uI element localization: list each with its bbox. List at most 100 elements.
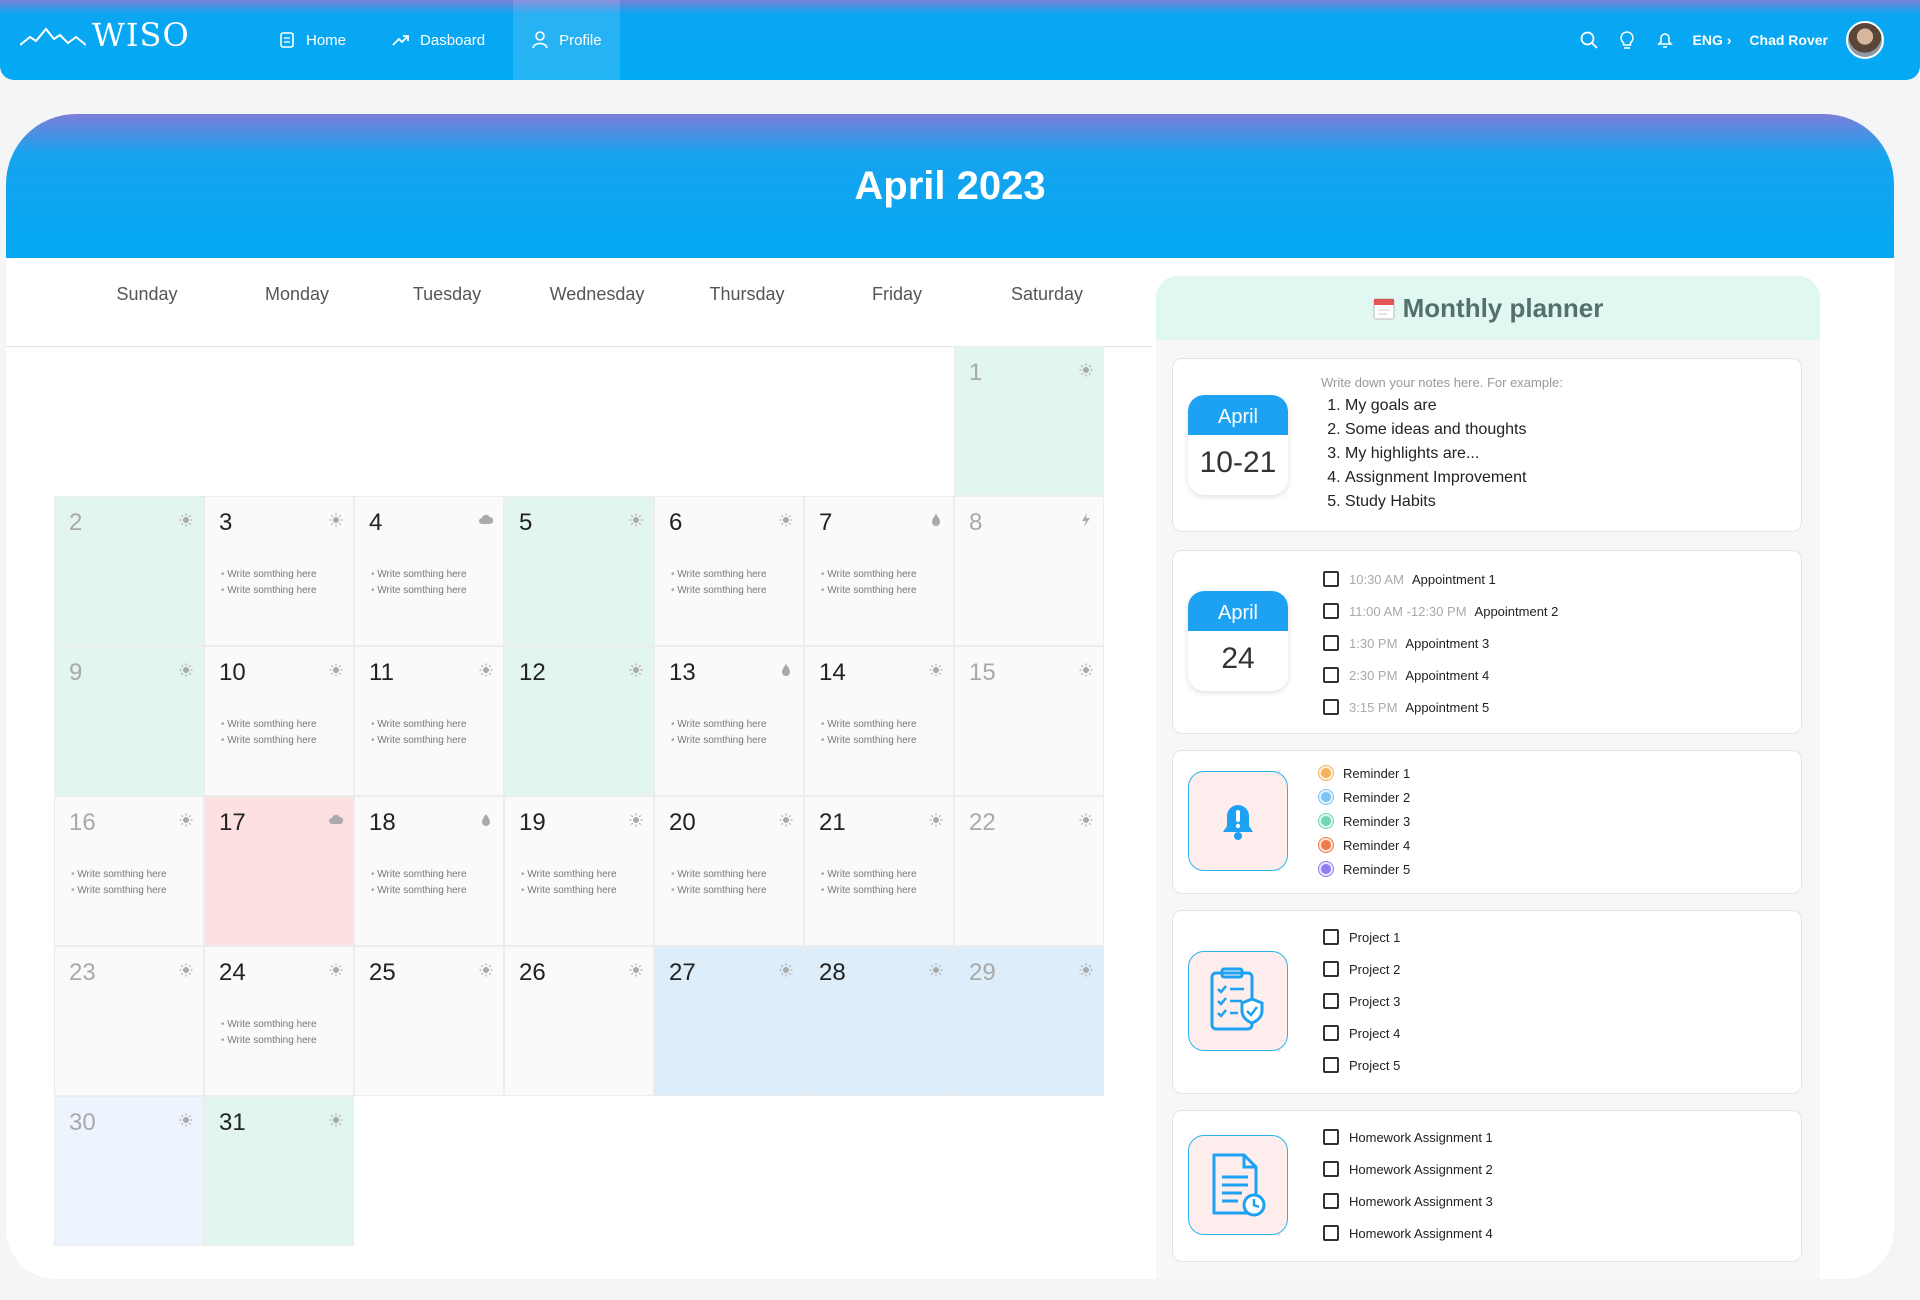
day-cell[interactable]: 18 Write somthing hereWrite somthing here: [354, 796, 504, 946]
day-notes[interactable]: Write somthing hereWrite somthing here: [221, 567, 316, 599]
day-notes[interactable]: Write somthing hereWrite somthing here: [221, 717, 316, 749]
day-cell[interactable]: 30: [54, 1096, 204, 1246]
day-cell[interactable]: 28: [804, 946, 954, 1096]
day-cell[interactable]: 10 Write somthing hereWrite somthing here: [204, 646, 354, 796]
bell-icon[interactable]: [1655, 30, 1675, 50]
day-cell[interactable]: 15: [954, 646, 1104, 796]
day-notes[interactable]: Write somthing hereWrite somthing here: [371, 717, 466, 749]
project-checkbox[interactable]: [1323, 929, 1339, 945]
appointment-checkbox[interactable]: [1323, 699, 1339, 715]
day-notes[interactable]: Write somthing hereWrite somthing here: [371, 567, 466, 599]
day-cell[interactable]: 1: [954, 346, 1104, 496]
day-cell[interactable]: 5: [504, 496, 654, 646]
appointment-checkbox[interactable]: [1323, 635, 1339, 651]
day-cell[interactable]: 19 Write somthing hereWrite somthing here: [504, 796, 654, 946]
day-note-item: Write somthing here: [821, 733, 916, 749]
drop-icon: [479, 813, 493, 827]
day-notes[interactable]: Write somthing hereWrite somthing here: [221, 1017, 316, 1049]
reminder-item[interactable]: Reminder 1: [1319, 761, 1410, 785]
sun-icon: [929, 813, 943, 827]
appointment-item[interactable]: 11:00 AM -12:30 PM Appointment 2: [1323, 595, 1558, 627]
day-notes[interactable]: Write somthing hereWrite somthing here: [521, 867, 616, 899]
reminder-item[interactable]: Reminder 5: [1319, 857, 1410, 881]
reminder-item[interactable]: Reminder 3: [1319, 809, 1410, 833]
project-checkbox[interactable]: [1323, 1057, 1339, 1073]
day-cell[interactable]: 8: [954, 496, 1104, 646]
user-name[interactable]: Chad Rover: [1749, 32, 1828, 48]
appointment-item[interactable]: 1:30 PM Appointment 3: [1323, 627, 1558, 659]
day-cell[interactable]: 14 Write somthing hereWrite somthing here: [804, 646, 954, 796]
homework-checkbox[interactable]: [1323, 1129, 1339, 1145]
day-note-item: Write somthing here: [821, 883, 916, 899]
notes-area[interactable]: Write down your notes here. For example:…: [1321, 375, 1563, 514]
project-item[interactable]: Project 3: [1323, 985, 1400, 1017]
day-cell[interactable]: 24 Write somthing hereWrite somthing here: [204, 946, 354, 1096]
avatar[interactable]: [1846, 21, 1884, 59]
project-checkbox[interactable]: [1323, 1025, 1339, 1041]
day-note-item: Write somthing here: [371, 717, 466, 733]
appointment-checkbox[interactable]: [1323, 571, 1339, 587]
homework-item[interactable]: Homework Assignment 3: [1323, 1185, 1493, 1217]
day-cell[interactable]: 29: [954, 946, 1104, 1096]
day-cell[interactable]: 25: [354, 946, 504, 1096]
day-notes[interactable]: Write somthing hereWrite somthing here: [371, 867, 466, 899]
day-cell[interactable]: 31: [204, 1096, 354, 1246]
day-cell[interactable]: 26: [504, 946, 654, 1096]
day-notes[interactable]: Write somthing hereWrite somthing here: [671, 567, 766, 599]
logo[interactable]: WISO: [20, 16, 190, 54]
reminders-list: Reminder 1 Reminder 2 Reminder 3 Reminder 4…: [1319, 761, 1410, 881]
day-cell[interactable]: 4 Write somthing hereWrite somthing here: [354, 496, 504, 646]
day-cell[interactable]: 16 Write somthing hereWrite somthing here: [54, 796, 204, 946]
homework-item[interactable]: Homework Assignment 4: [1323, 1217, 1493, 1249]
day-cell[interactable]: 13 Write somthing hereWrite somthing here: [654, 646, 804, 796]
day-notes[interactable]: Write somthing hereWrite somthing here: [821, 717, 916, 749]
weekday-label: Monday: [264, 284, 330, 304]
day-number: 16: [69, 809, 96, 836]
appointment-item[interactable]: 3:15 PM Appointment 5: [1323, 691, 1558, 723]
homework-checkbox[interactable]: [1323, 1193, 1339, 1209]
nav-dashboard[interactable]: Dasboard: [374, 0, 503, 80]
day-cell[interactable]: 2: [54, 496, 204, 646]
day-cell[interactable]: 17: [204, 796, 354, 946]
day-notes[interactable]: Write somthing hereWrite somthing here: [821, 567, 916, 599]
day-cell[interactable]: 21 Write somthing hereWrite somthing here: [804, 796, 954, 946]
homework-item[interactable]: Homework Assignment 1: [1323, 1121, 1493, 1153]
project-item[interactable]: Project 5: [1323, 1049, 1400, 1081]
day-notes[interactable]: Write somthing hereWrite somthing here: [821, 867, 916, 899]
project-checkbox[interactable]: [1323, 961, 1339, 977]
project-item[interactable]: Project 4: [1323, 1017, 1400, 1049]
day-cell[interactable]: 12: [504, 646, 654, 796]
day-notes[interactable]: Write somthing hereWrite somthing here: [671, 717, 766, 749]
reminder-item[interactable]: Reminder 4: [1319, 833, 1410, 857]
reminder-item[interactable]: Reminder 2: [1319, 785, 1410, 809]
day-notes[interactable]: Write somthing hereWrite somthing here: [671, 867, 766, 899]
day-number: 17: [219, 809, 246, 836]
nav-home[interactable]: Home: [260, 0, 364, 80]
day-cell[interactable]: 9: [54, 646, 204, 796]
day-cell[interactable]: 27: [654, 946, 804, 1096]
project-item[interactable]: Project 2: [1323, 953, 1400, 985]
homework-checkbox[interactable]: [1323, 1225, 1339, 1241]
day-cell[interactable]: 11 Write somthing hereWrite somthing here: [354, 646, 504, 796]
project-item[interactable]: Project 1: [1323, 921, 1400, 953]
project-checkbox[interactable]: [1323, 993, 1339, 1009]
day-notes[interactable]: Write somthing hereWrite somthing here: [71, 867, 166, 899]
day-cell[interactable]: 7 Write somthing hereWrite somthing here: [804, 496, 954, 646]
reminder-dot: [1319, 862, 1333, 876]
appointment-item[interactable]: 10:30 AM Appointment 1: [1323, 563, 1558, 595]
language-selector[interactable]: ENG ›: [1693, 32, 1732, 48]
day-cell[interactable]: 22: [954, 796, 1104, 946]
day-cell[interactable]: 6 Write somthing hereWrite somthing here: [654, 496, 804, 646]
appointment-checkbox[interactable]: [1323, 667, 1339, 683]
homework-item[interactable]: Homework Assignment 2: [1323, 1153, 1493, 1185]
search-icon[interactable]: [1579, 30, 1599, 50]
appointment-label: Appointment 1: [1411, 571, 1496, 587]
day-cell[interactable]: 20 Write somthing hereWrite somthing here: [654, 796, 804, 946]
day-cell[interactable]: 3 Write somthing hereWrite somthing here: [204, 496, 354, 646]
appointment-item[interactable]: 2:30 PM Appointment 4: [1323, 659, 1558, 691]
lightbulb-icon[interactable]: [1617, 30, 1637, 50]
appointment-checkbox[interactable]: [1323, 603, 1339, 619]
homework-checkbox[interactable]: [1323, 1161, 1339, 1177]
nav-profile[interactable]: Profile: [513, 0, 620, 80]
day-cell[interactable]: 23: [54, 946, 204, 1096]
